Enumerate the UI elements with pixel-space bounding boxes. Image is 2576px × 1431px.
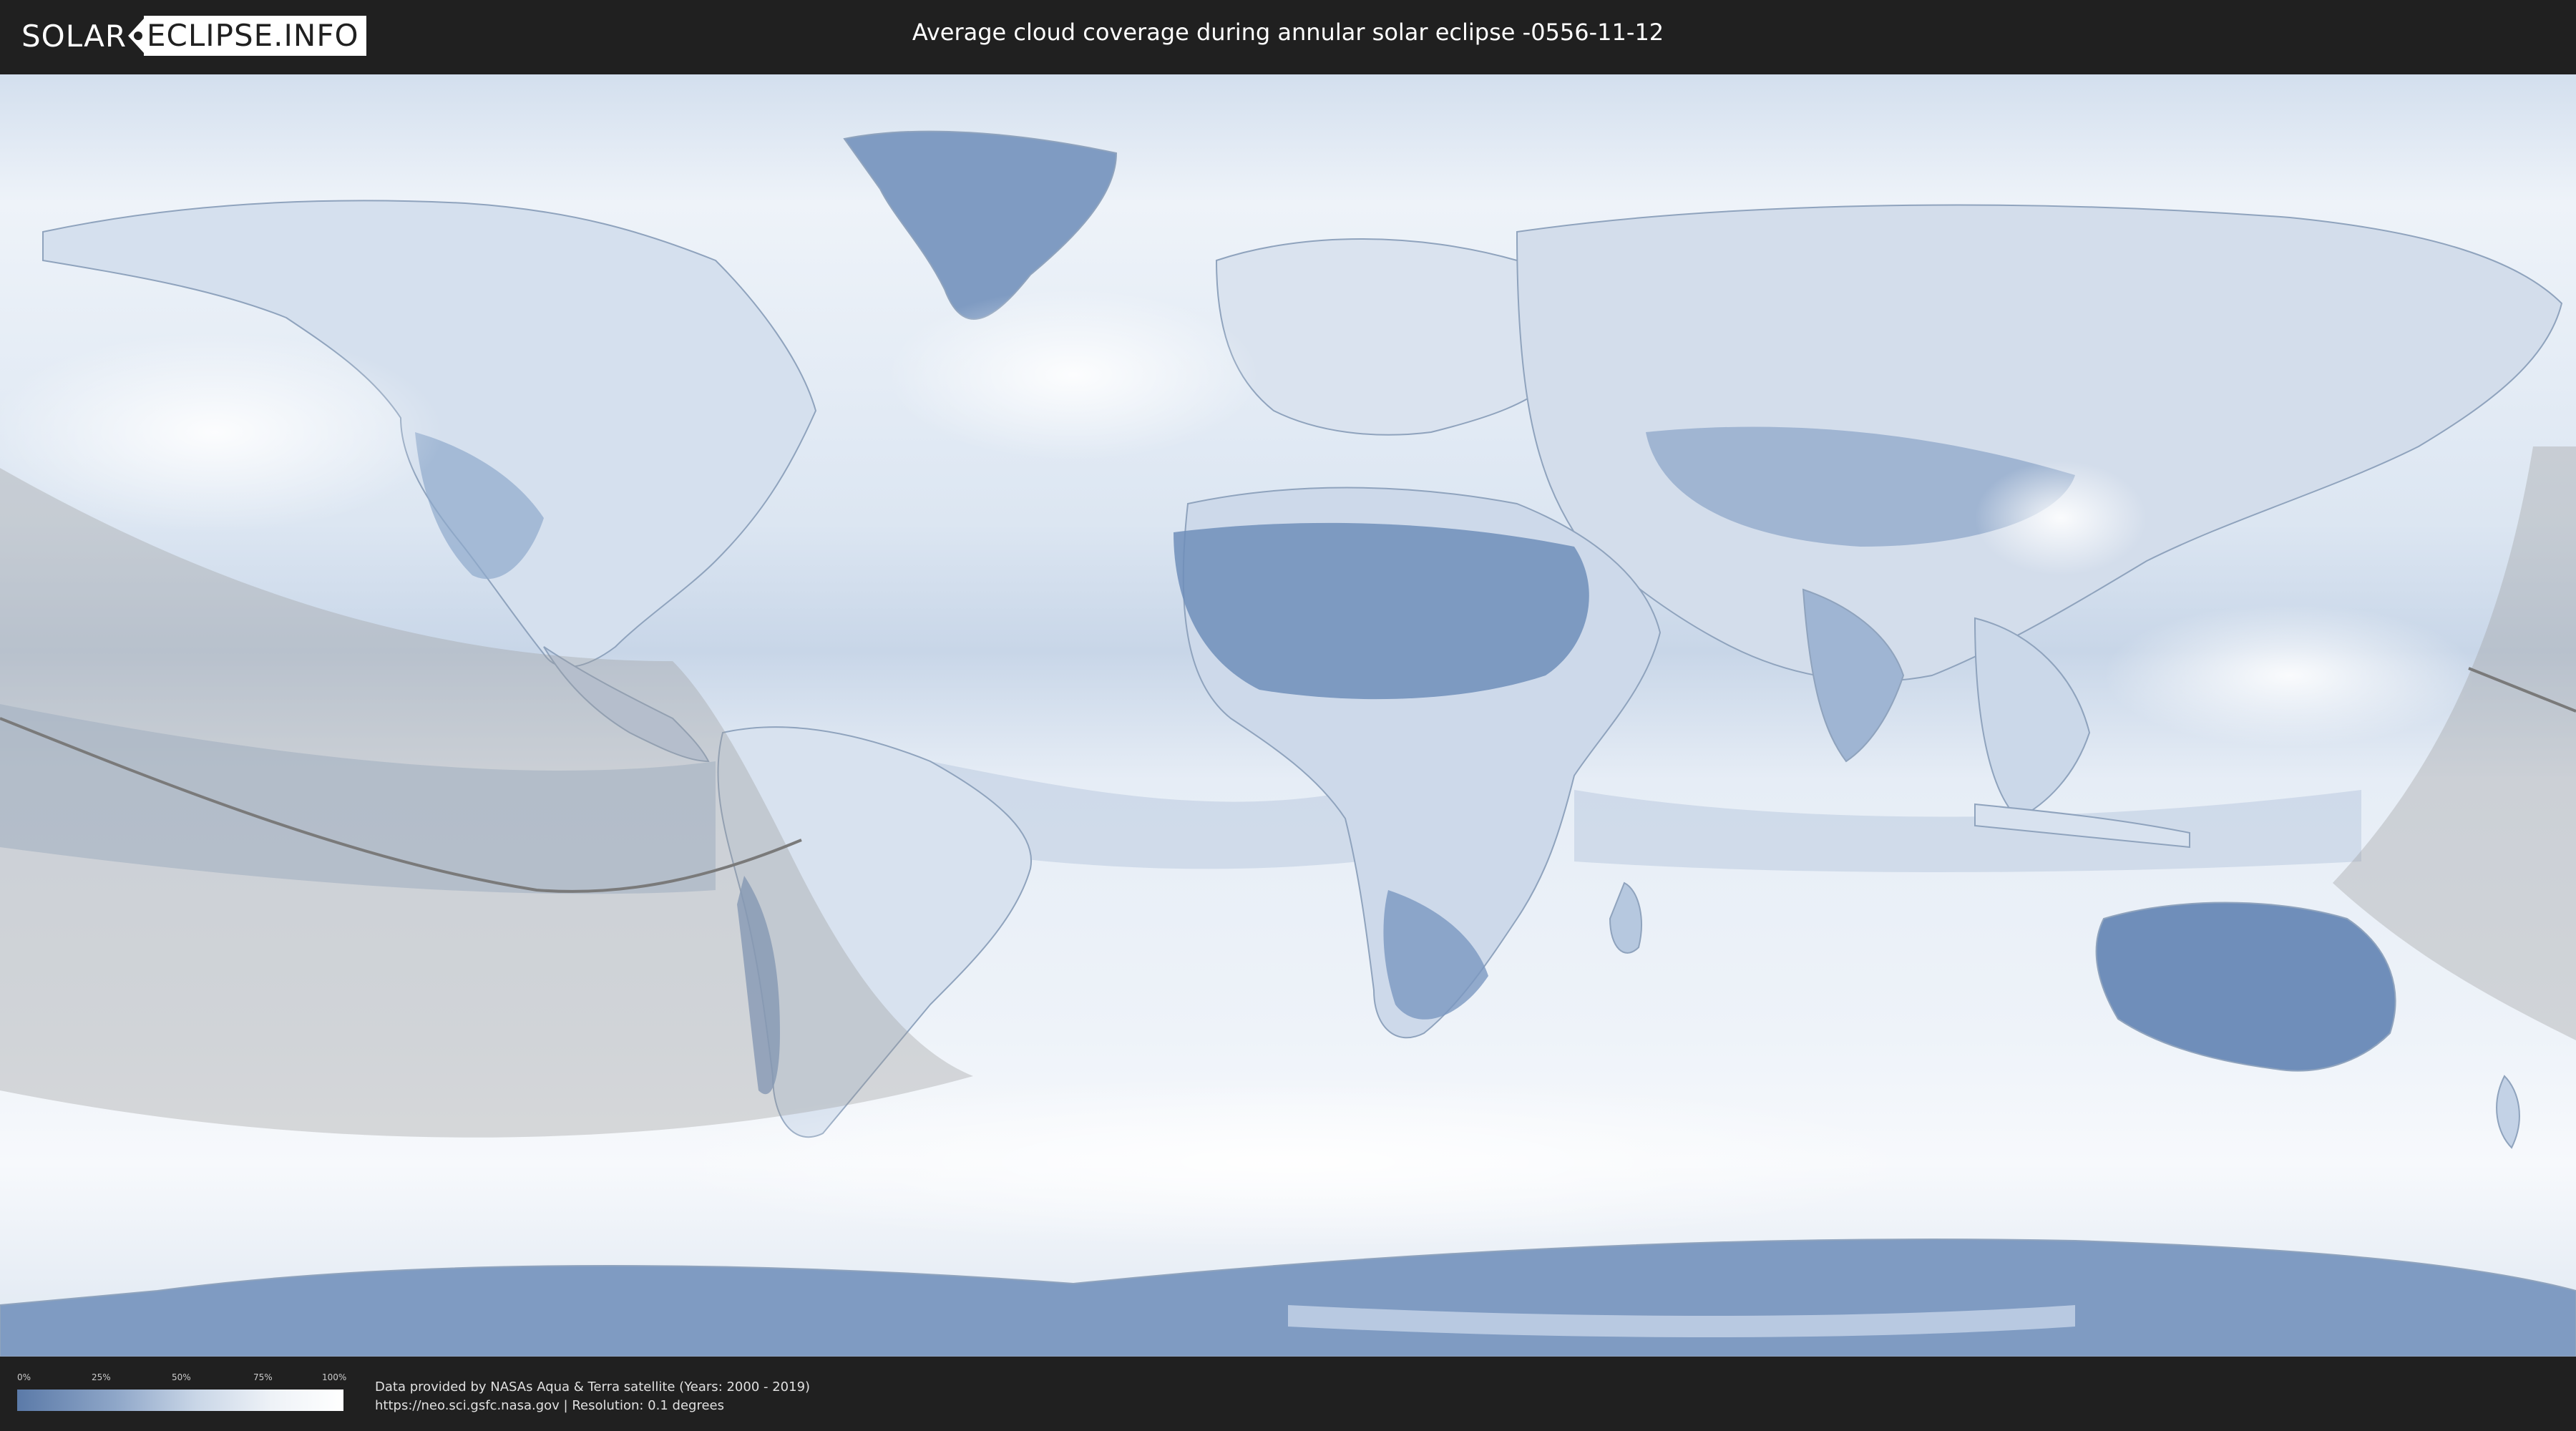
- europe-landmass: [1215, 238, 1566, 436]
- data-credits: Data provided by NASAs Aqua & Terra sate…: [375, 1378, 810, 1415]
- page-title: Average cloud coverage during annular so…: [912, 19, 1664, 46]
- cloud-highlight-north-pacific: [0, 332, 444, 532]
- world-map-svg: [0, 74, 2576, 1357]
- cloud-coverage-map[interactable]: [0, 74, 2576, 1357]
- legend-tick-100: 100%: [322, 1372, 347, 1382]
- legend-tick-75: 75%: [253, 1372, 273, 1382]
- legend-ticks: 0% 25% 50% 75% 100%: [17, 1372, 347, 1387]
- legend-tick-50: 50%: [172, 1372, 191, 1382]
- legend-tick-25: 25%: [92, 1372, 111, 1382]
- credit-url-resolution[interactable]: https://neo.sci.gsfc.nasa.gov | Resoluti…: [375, 1397, 810, 1415]
- legend-tick-0: 0%: [17, 1372, 31, 1382]
- cloud-highlight-west-pacific: [2104, 604, 2476, 747]
- cloud-highlight-china: [1975, 461, 2147, 575]
- legend-color-bar: [17, 1390, 343, 1411]
- cloud-coverage-legend: 0% 25% 50% 75% 100%: [17, 1372, 347, 1411]
- credit-source: Data provided by NASAs Aqua & Terra sate…: [375, 1379, 811, 1395]
- footer-bar: 0% 25% 50% 75% 100% Data provided by NAS…: [0, 1357, 2576, 1431]
- header-bar: SOLAR ECLIPSE.INFO Average cloud coverag…: [0, 0, 2576, 72]
- cloud-highlight-north-atlantic: [887, 289, 1259, 461]
- sahara-dry-region: [1174, 522, 1589, 700]
